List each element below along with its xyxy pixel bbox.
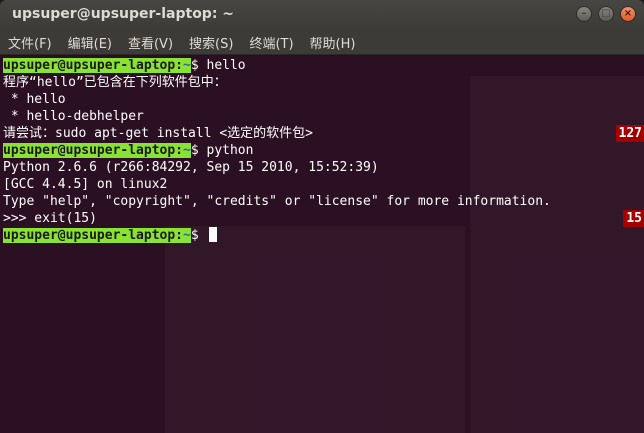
minimize-button[interactable]: – xyxy=(576,6,592,22)
prompt-user-host: upsuper@upsuper-laptop: xyxy=(3,58,184,73)
menu-help[interactable]: 帮助(H) xyxy=(310,33,356,52)
output-line: 请尝试：sudo apt-get install <选定的软件包> xyxy=(3,126,314,141)
prompt-symbol: $ xyxy=(190,228,199,243)
text-cursor xyxy=(208,227,217,242)
exit-code-badge: 15 xyxy=(623,210,644,227)
close-button[interactable]: × xyxy=(620,6,636,22)
output-line: >>> exit(15) xyxy=(3,211,97,226)
output-line: Type "help", "copyright", "credits" or "… xyxy=(3,194,551,209)
menu-bar: 文件(F) 编辑(E) 查看(V) 搜索(S) 终端(T) 帮助(H) xyxy=(0,30,644,55)
menu-file[interactable]: 文件(F) xyxy=(8,33,52,52)
menu-terminal[interactable]: 终端(T) xyxy=(249,33,293,52)
command-text xyxy=(199,228,207,243)
window-controls: – □ × xyxy=(576,6,636,22)
prompt-line: upsuper@upsuper-laptop:~$ python xyxy=(3,142,253,159)
prompt-line: upsuper@upsuper-laptop:~$ hello xyxy=(3,57,246,74)
output-line: Python 2.6.6 (r266:84292, Sep 15 2010, 1… xyxy=(3,160,379,175)
prompt-path: ~ xyxy=(183,228,191,243)
menu-view[interactable]: 查看(V) xyxy=(128,33,173,52)
maximize-button[interactable]: □ xyxy=(598,6,614,22)
prompt-line: upsuper@upsuper-laptop:~$ xyxy=(3,227,217,244)
window-title: upsuper@upsuper-laptop: ~ xyxy=(12,6,235,22)
command-text: hello xyxy=(198,58,246,73)
command-text: python xyxy=(198,143,254,158)
title-bar[interactable]: upsuper@upsuper-laptop: ~ – □ × xyxy=(0,0,644,30)
output-line: * hello xyxy=(3,92,66,107)
terminal-area[interactable]: upsuper@upsuper-laptop:~$ hello 程序“hello”… xyxy=(0,56,644,433)
prompt-path: ~ xyxy=(183,58,191,73)
prompt-user-host: upsuper@upsuper-laptop: xyxy=(3,143,184,158)
menu-search[interactable]: 搜索(S) xyxy=(189,33,233,52)
prompt-path: ~ xyxy=(183,143,191,158)
prompt-user-host: upsuper@upsuper-laptop: xyxy=(3,228,184,243)
exit-code-badge: 127 xyxy=(615,125,644,142)
output-line: 程序“hello”已包含在下列软件包中： xyxy=(3,75,227,90)
output-line: * hello-debhelper xyxy=(3,109,144,124)
output-line: [GCC 4.4.5] on linux2 xyxy=(3,177,168,192)
menu-edit[interactable]: 编辑(E) xyxy=(68,33,112,52)
terminal-window: upsuper@upsuper-laptop: ~ – □ × 文件(F) 编辑… xyxy=(0,0,644,433)
prompt-symbol: $ xyxy=(190,58,199,73)
prompt-symbol: $ xyxy=(190,143,199,158)
